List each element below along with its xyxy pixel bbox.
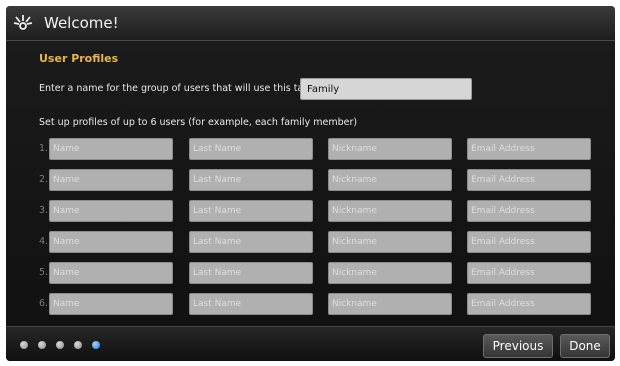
first-name-input[interactable] (49, 169, 173, 191)
page-indicator-dot (74, 341, 82, 349)
window-title: Welcome! (44, 14, 119, 32)
first-name-input[interactable] (49, 262, 173, 284)
last-name-input[interactable] (189, 138, 313, 160)
last-name-input[interactable] (189, 231, 313, 253)
setup-panel: User Profiles Enter a name for the group… (6, 41, 615, 326)
profile-row: 5. (6, 262, 615, 284)
section-title: User Profiles (39, 52, 119, 65)
last-name-input[interactable] (189, 200, 313, 222)
last-name-input[interactable] (189, 262, 313, 284)
page-indicator-dot (20, 341, 28, 349)
first-name-input[interactable] (49, 200, 173, 222)
sprout-logo-icon (13, 15, 33, 30)
previous-button[interactable]: Previous (483, 334, 553, 358)
nickname-input[interactable] (328, 169, 452, 191)
email-input[interactable] (467, 293, 591, 315)
last-name-input[interactable] (189, 169, 313, 191)
profile-row: 1. (6, 138, 615, 160)
first-name-input[interactable] (49, 138, 173, 160)
nickname-input[interactable] (328, 138, 452, 160)
email-input[interactable] (467, 138, 591, 160)
page-indicator-dot (56, 341, 64, 349)
page-indicator-dot (38, 341, 46, 349)
done-button[interactable]: Done (560, 334, 610, 358)
last-name-input[interactable] (189, 293, 313, 315)
nickname-input[interactable] (328, 293, 452, 315)
profile-row: 2. (6, 169, 615, 191)
nickname-input[interactable] (328, 262, 452, 284)
profile-row: 3. (6, 200, 615, 222)
row-number: 4. (39, 236, 49, 247)
profiles-instructions: Set up profiles of up to 6 users (for ex… (39, 117, 358, 128)
row-number: 6. (39, 298, 49, 309)
footer-bar: Previous Done (6, 326, 615, 361)
title-bar: Welcome! (6, 6, 615, 41)
row-number: 3. (39, 205, 49, 216)
page-indicator-dot-active (92, 341, 100, 349)
email-input[interactable] (467, 169, 591, 191)
profile-row: 6. (6, 293, 615, 315)
row-number: 2. (39, 174, 49, 185)
nickname-input[interactable] (328, 200, 452, 222)
email-input[interactable] (467, 231, 591, 253)
group-name-input[interactable] (300, 78, 472, 100)
row-number: 1. (39, 143, 49, 154)
nickname-input[interactable] (328, 231, 452, 253)
profile-row: 4. (6, 231, 615, 253)
row-number: 5. (39, 267, 49, 278)
first-name-input[interactable] (49, 231, 173, 253)
tablet-screen: Welcome! User Profiles Enter a name for … (6, 6, 615, 361)
email-input[interactable] (467, 200, 591, 222)
group-name-label: Enter a name for the group of users that… (39, 83, 325, 94)
email-input[interactable] (467, 262, 591, 284)
first-name-input[interactable] (49, 293, 173, 315)
